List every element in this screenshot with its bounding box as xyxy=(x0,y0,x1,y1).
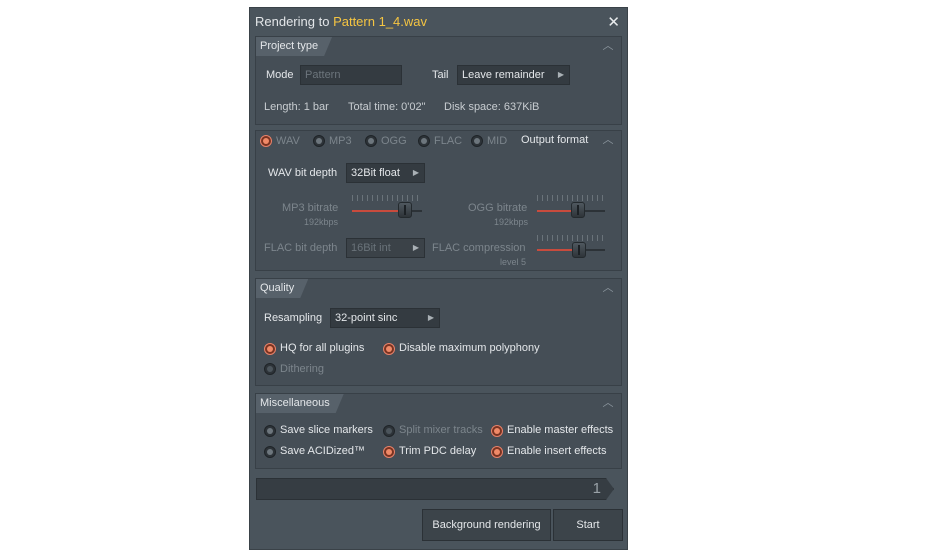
disable-polyphony-radio[interactable] xyxy=(383,343,395,355)
chevron-up-icon[interactable]: ︿ xyxy=(601,133,615,147)
flac-bit-depth-dropdown[interactable]: 16Bit int ▶ xyxy=(346,238,425,258)
resampling-dropdown[interactable]: 32-point sinc ▶ xyxy=(330,308,440,328)
dialog-title: Rendering to Pattern 1_4.wav xyxy=(255,14,427,29)
mp3-bitrate-slider[interactable] xyxy=(397,202,412,218)
format-radio-flac[interactable] xyxy=(418,135,430,147)
project-type-tab: Project type xyxy=(256,37,332,56)
trim-pdc-delay-radio[interactable] xyxy=(383,446,395,458)
chevron-up-icon[interactable]: ︿ xyxy=(601,39,615,53)
mode-field[interactable]: Pattern xyxy=(300,65,402,85)
mode-label: Mode xyxy=(266,69,294,81)
output-format-tab: Output format xyxy=(521,134,589,146)
enable-insert-effects-label: Enable insert effects xyxy=(507,445,607,457)
resampling-label: Resampling xyxy=(264,312,323,324)
format-label-mp3: MP3 xyxy=(329,135,352,147)
quality-section: Quality ︿ Resampling 32-point sinc ▶ HQ … xyxy=(255,278,622,386)
enable-master-effects-label: Enable master effects xyxy=(507,424,614,436)
render-progress-bar: 1 xyxy=(256,478,614,500)
start-button[interactable]: Start xyxy=(553,509,623,541)
chevron-up-icon[interactable]: ︿ xyxy=(601,396,615,410)
project-type-section: Project type ︿ Mode Pattern Tail Leave r… xyxy=(255,36,622,125)
format-radio-wav[interactable] xyxy=(260,135,272,147)
chevron-right-icon: ▶ xyxy=(427,313,434,322)
mp3-bitrate-label: MP3 bitrate xyxy=(282,202,339,214)
chevron-right-icon: ▶ xyxy=(412,168,419,177)
dithering-radio[interactable] xyxy=(264,363,276,375)
chevron-right-icon: ▶ xyxy=(412,243,419,252)
misc-header[interactable]: Miscellaneous ︿ xyxy=(256,394,621,414)
flac-bit-depth-value: 16Bit int xyxy=(351,242,391,254)
ogg-bitrate-label: OGG bitrate xyxy=(468,202,528,214)
length-info: Length: 1 bar xyxy=(264,101,329,113)
chevron-up-icon[interactable]: ︿ xyxy=(601,281,615,295)
misc-section: Miscellaneous ︿ Save slice markers Split… xyxy=(255,393,622,469)
enable-master-effects-radio[interactable] xyxy=(491,425,503,437)
save-acidized-radio[interactable] xyxy=(264,446,276,458)
enable-insert-effects-radio[interactable] xyxy=(491,446,503,458)
ogg-bitrate-value: 192kbps xyxy=(494,217,529,227)
trim-pdc-delay-label: Trim PDC delay xyxy=(399,445,477,457)
mp3-slider-fill xyxy=(352,210,405,212)
flac-bit-depth-label: FLAC bit depth xyxy=(264,242,338,254)
total-time-info: Total time: 0'02" xyxy=(348,101,426,113)
close-icon[interactable]: ✕ xyxy=(607,13,620,31)
format-radio-ogg[interactable] xyxy=(365,135,377,147)
disk-space-info: Disk space: 637KiB xyxy=(444,101,540,113)
dithering-label: Dithering xyxy=(280,363,325,375)
disable-polyphony-label: Disable maximum polyphony xyxy=(399,342,540,354)
flac-compression-value: level 5 xyxy=(500,257,527,267)
quality-tab: Quality xyxy=(256,279,308,298)
flac-compression-slider[interactable] xyxy=(572,242,587,258)
hq-plugins-label: HQ for all plugins xyxy=(280,342,365,354)
format-label-mid: MID xyxy=(487,135,508,147)
wav-bit-depth-label: WAV bit depth xyxy=(268,167,338,179)
title-bar[interactable]: Rendering to Pattern 1_4.wav ✕ xyxy=(250,8,627,36)
mp3-bitrate-value: 192kbps xyxy=(304,217,339,227)
save-slice-markers-radio[interactable] xyxy=(264,425,276,437)
flac-compression-label: FLAC compression xyxy=(432,242,526,254)
hq-plugins-radio[interactable] xyxy=(264,343,276,355)
wav-bit-depth-dropdown[interactable]: 32Bit float ▶ xyxy=(346,163,425,183)
split-mixer-tracks-radio[interactable] xyxy=(383,425,395,437)
tail-dropdown[interactable]: Leave remainder ▶ xyxy=(457,65,570,85)
mp3-slider-ticks xyxy=(352,195,422,201)
tail-value: Leave remainder xyxy=(462,69,545,81)
output-format-section: WAV MP3 OGG FLAC MID Output format ︿ WAV… xyxy=(255,130,622,271)
render-dialog: Rendering to Pattern 1_4.wav ✕ Project t… xyxy=(249,7,628,550)
progress-value: 1 xyxy=(592,480,601,497)
resampling-value: 32-point sinc xyxy=(335,312,398,324)
title-filename: Pattern 1_4.wav xyxy=(333,14,428,29)
split-mixer-tracks-label: Split mixer tracks xyxy=(399,424,483,436)
project-type-header[interactable]: Project type ︿ xyxy=(256,37,621,57)
output-format-header: WAV MP3 OGG FLAC MID Output format ︿ xyxy=(256,131,621,151)
format-label-flac: FLAC xyxy=(434,135,463,147)
flac-slider-ticks xyxy=(537,235,605,241)
format-radio-mp3[interactable] xyxy=(313,135,325,147)
misc-tab: Miscellaneous xyxy=(256,394,344,413)
tail-label: Tail xyxy=(432,69,449,81)
ogg-slider-ticks xyxy=(537,195,605,201)
wav-bit-depth-value: 32Bit float xyxy=(351,167,400,179)
quality-header[interactable]: Quality ︿ xyxy=(256,279,621,299)
format-label-wav: WAV xyxy=(276,135,300,147)
title-prefix: Rendering to xyxy=(255,14,334,29)
ogg-bitrate-slider[interactable] xyxy=(570,202,585,218)
format-label-ogg: OGG xyxy=(381,135,407,147)
chevron-right-icon: ▶ xyxy=(557,70,564,79)
format-radio-mid[interactable] xyxy=(471,135,483,147)
save-slice-markers-label: Save slice markers xyxy=(280,424,373,436)
save-acidized-label: Save ACIDized™ xyxy=(280,445,365,457)
background-rendering-button[interactable]: Background rendering xyxy=(422,509,551,541)
